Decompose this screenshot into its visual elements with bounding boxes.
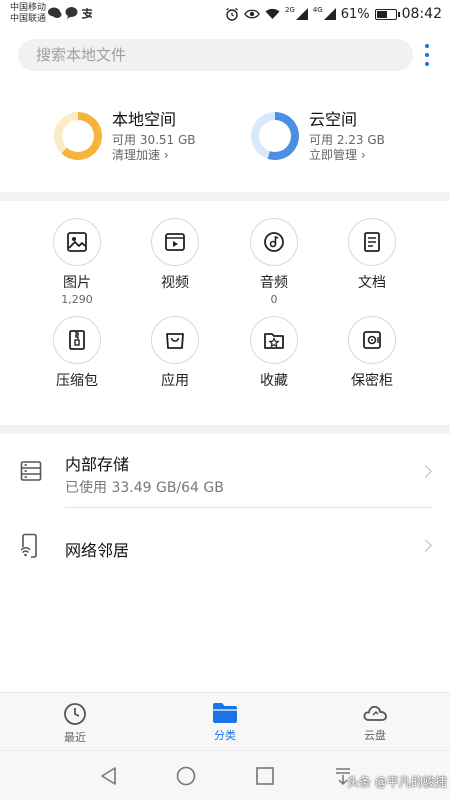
home-circle-icon[interactable] bbox=[176, 766, 196, 786]
local-storage-title: 本地空间 bbox=[112, 110, 177, 129]
category-label: 保密柜 bbox=[351, 373, 393, 389]
video-icon bbox=[165, 233, 185, 251]
carrier-2: 中国联通 bbox=[10, 14, 47, 24]
folder-icon bbox=[213, 703, 237, 723]
carrier-info: 中国移动 中国联通 bbox=[10, 3, 46, 25]
clean-accelerate-link[interactable]: 清理加速 › bbox=[112, 148, 196, 162]
cloud-icon bbox=[363, 705, 387, 721]
chevron-right-icon bbox=[419, 539, 432, 552]
category-apps[interactable]: 应用 bbox=[125, 316, 225, 390]
category-count: 0 bbox=[270, 293, 278, 306]
chevron-right-icon: › bbox=[163, 148, 169, 162]
clean-accelerate-label: 清理加速 bbox=[112, 148, 161, 162]
image-icon bbox=[67, 232, 87, 252]
category-documents[interactable]: 文档 bbox=[322, 218, 422, 292]
search-input[interactable] bbox=[18, 39, 413, 71]
category-label: 视频 bbox=[161, 275, 189, 291]
internal-storage-row[interactable]: 内部存储 已使用 33.49 GB/64 GB bbox=[0, 434, 450, 514]
tab-categories[interactable]: 分类 bbox=[175, 693, 275, 751]
cloud-storage-title: 云空间 bbox=[309, 110, 358, 129]
cloud-storage-card[interactable]: 云空间 可用 2.23 GB 立即管理 › bbox=[251, 110, 385, 162]
network-neighborhood-title: 网络邻居 bbox=[65, 541, 130, 560]
local-storage-available: 可用 30.51 GB bbox=[112, 133, 196, 147]
carrier-1: 中国移动 bbox=[10, 3, 47, 13]
back-triangle-icon[interactable] bbox=[99, 766, 119, 786]
wechat-icon bbox=[48, 7, 62, 18]
network-type-a: 2G bbox=[284, 6, 295, 14]
section-divider bbox=[0, 192, 450, 201]
alipay-icon bbox=[81, 8, 93, 19]
storage-drive-icon bbox=[20, 461, 42, 481]
tab-recent[interactable]: 最近 bbox=[25, 693, 125, 751]
zip-archive-icon bbox=[69, 330, 85, 350]
tab-label: 分类 bbox=[214, 729, 236, 742]
category-favorites[interactable]: 收藏 bbox=[224, 316, 324, 390]
signal-strength-icon bbox=[295, 8, 308, 20]
battery-icon bbox=[374, 8, 400, 20]
category-label: 收藏 bbox=[260, 373, 288, 389]
tab-label: 云盘 bbox=[364, 729, 386, 742]
manage-now-link[interactable]: 立即管理 › bbox=[309, 148, 385, 162]
music-disc-icon bbox=[264, 232, 284, 252]
category-label: 音频 bbox=[260, 275, 288, 291]
network-type-b: 4G bbox=[312, 6, 323, 14]
system-icons: 2G 4G 61% 08:42 bbox=[225, 6, 442, 22]
battery-fill bbox=[376, 10, 387, 18]
chevron-right-icon bbox=[419, 465, 432, 478]
more-options-icon[interactable] bbox=[421, 44, 433, 66]
cloud-storage-available: 可用 2.23 GB bbox=[309, 133, 385, 147]
star-folder-icon bbox=[264, 333, 284, 349]
watermark-text: 头条 @平凡的骏捷 bbox=[347, 775, 447, 789]
signal-strength-icon-2 bbox=[323, 8, 336, 20]
clock-icon bbox=[64, 703, 86, 725]
cloud-storage-ring-icon bbox=[251, 112, 299, 160]
local-storage-ring-icon bbox=[54, 112, 102, 160]
search-bar bbox=[18, 39, 413, 71]
wifi-icon bbox=[265, 8, 280, 19]
category-label: 文档 bbox=[358, 275, 386, 291]
tab-label: 最近 bbox=[64, 731, 86, 744]
category-count: 1,290 bbox=[61, 293, 93, 306]
phone-wifi-icon bbox=[20, 533, 37, 558]
category-label: 压缩包 bbox=[56, 373, 98, 389]
chevron-right-icon: › bbox=[360, 148, 366, 162]
category-videos[interactable]: 视频 bbox=[125, 218, 225, 292]
category-safe[interactable]: 保密柜 bbox=[322, 316, 422, 390]
local-storage-card[interactable]: 本地空间 可用 30.51 GB 清理加速 › bbox=[54, 110, 196, 162]
storage-summary: 本地空间 可用 30.51 GB 清理加速 › 云空间 可用 2.23 GB 立… bbox=[0, 105, 450, 180]
internal-storage-usage: 已使用 33.49 GB/64 GB bbox=[65, 480, 224, 496]
network-neighborhood-row[interactable]: 网络邻居 bbox=[0, 508, 450, 584]
alarm-icon bbox=[226, 7, 238, 21]
category-images[interactable]: 图片 1,290 bbox=[27, 218, 127, 306]
eye-comfort-icon bbox=[244, 9, 260, 19]
bottom-tab-bar: 最近 分类 云盘 bbox=[0, 692, 450, 750]
message-bubble-icon bbox=[65, 7, 78, 19]
category-archives[interactable]: 压缩包 bbox=[27, 316, 127, 390]
category-audio[interactable]: 音频 0 bbox=[224, 218, 324, 306]
battery-percent: 61% bbox=[340, 6, 370, 22]
clock: 08:42 bbox=[401, 6, 442, 22]
section-divider bbox=[0, 425, 450, 434]
tab-cloud[interactable]: 云盘 bbox=[325, 693, 425, 751]
notification-icons bbox=[48, 7, 93, 19]
manage-now-label: 立即管理 bbox=[309, 148, 358, 162]
safe-lock-icon bbox=[363, 331, 381, 349]
category-label: 图片 bbox=[63, 275, 91, 291]
recents-square-icon[interactable] bbox=[255, 766, 275, 786]
internal-storage-title: 内部存储 bbox=[65, 455, 130, 474]
status-bar: 中国移动 中国联通 2G 4G 61% 08:42 bbox=[0, 0, 450, 30]
category-label: 应用 bbox=[161, 373, 189, 389]
shopping-bag-icon bbox=[166, 333, 184, 349]
document-icon bbox=[364, 232, 380, 252]
